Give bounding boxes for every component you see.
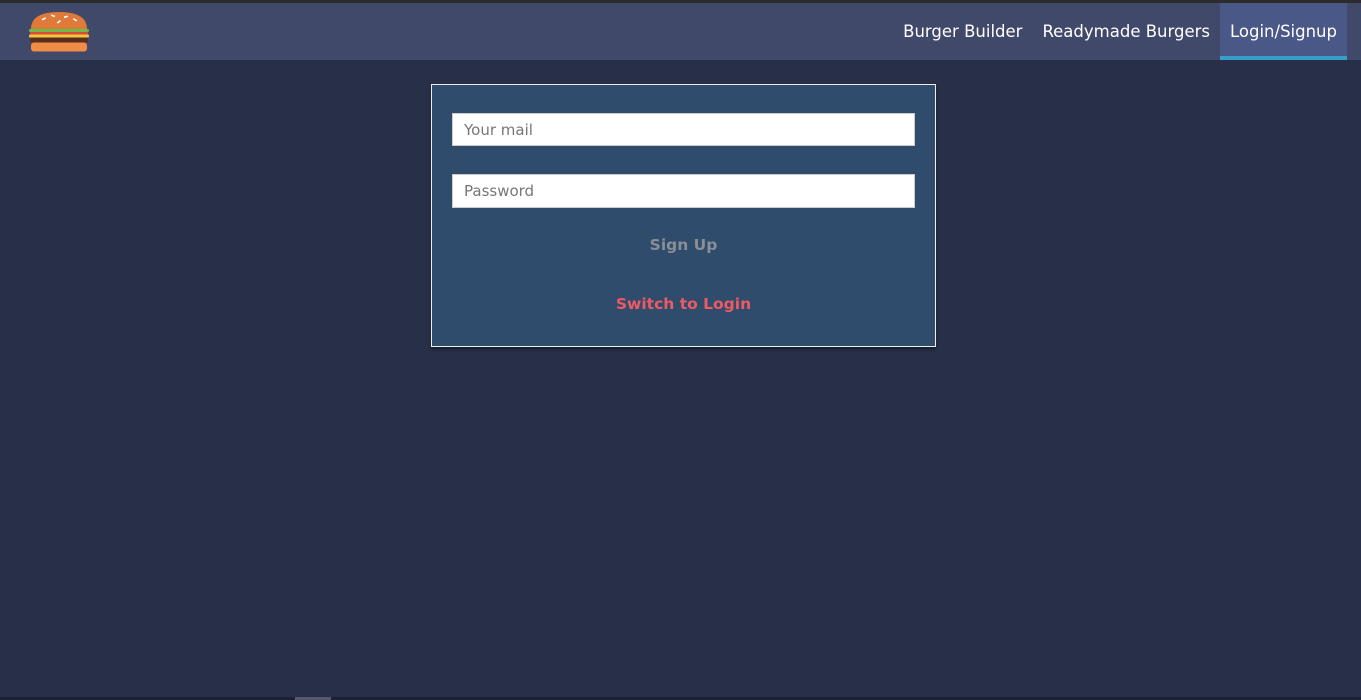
nav-item-readymade-burgers[interactable]: Readymade Burgers: [1032, 3, 1220, 60]
email-field[interactable]: [452, 113, 915, 146]
sign-up-button[interactable]: Sign Up: [432, 235, 935, 255]
main-navigation: Burger Builder Readymade Burgers Login/S…: [893, 3, 1347, 60]
auth-form-card: Sign Up Switch to Login: [431, 84, 936, 347]
password-field[interactable]: [452, 174, 915, 208]
nav-item-login-signup[interactable]: Login/Signup: [1220, 3, 1347, 60]
top-navbar: Burger Builder Readymade Burgers Login/S…: [0, 3, 1361, 60]
switch-to-login-button[interactable]: Switch to Login: [432, 294, 935, 314]
burger-logo-icon[interactable]: [26, 10, 92, 54]
nav-item-burger-builder[interactable]: Burger Builder: [893, 3, 1032, 60]
